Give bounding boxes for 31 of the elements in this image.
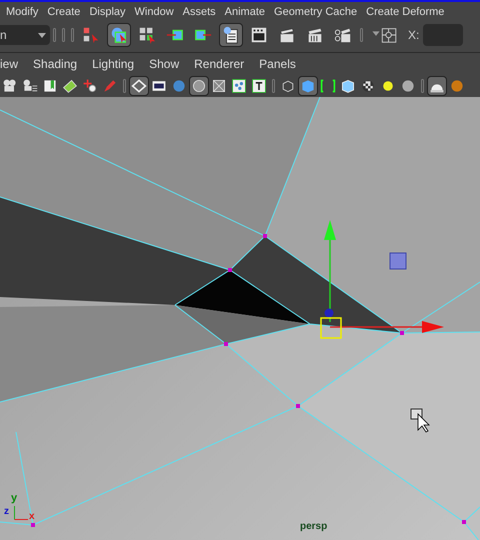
mode-dropdown[interactable]: n <box>0 25 50 45</box>
panel-menu-item[interactable]: Shading <box>33 55 78 73</box>
x-label: X: <box>408 27 420 44</box>
panel-menu-item[interactable]: iew <box>0 55 18 73</box>
panel-menu-item[interactable]: Lighting <box>92 55 134 73</box>
dots-icon[interactable] <box>229 76 249 96</box>
menu-item[interactable]: Assets <box>182 4 216 20</box>
camera-label: persp <box>300 520 328 534</box>
panel-menu-item[interactable]: Panels <box>259 55 296 73</box>
menu-item[interactable]: Create <box>47 4 80 20</box>
plane-handle-icon[interactable] <box>390 252 406 270</box>
menu-item[interactable]: Geometry Cache <box>274 4 358 20</box>
menu-item[interactable]: Display <box>89 4 126 20</box>
x-field[interactable] <box>423 24 464 46</box>
menu-item[interactable]: Modify <box>6 4 38 20</box>
dome-icon[interactable] <box>427 76 447 96</box>
viewport[interactable]: y z x persp <box>0 97 480 540</box>
panel-menu-item[interactable]: Show <box>149 55 180 73</box>
cursor-icon <box>410 408 430 433</box>
axis-label: y <box>11 493 18 504</box>
menu-item[interactable]: Create Deforme <box>366 4 444 20</box>
axis-indicator <box>14 506 28 520</box>
axis-label: x <box>29 512 35 522</box>
menu-item[interactable]: Animate <box>224 4 266 20</box>
dropdown-arrow-icon <box>38 32 46 38</box>
cube-icon[interactable] <box>298 76 318 96</box>
panel-menu-item[interactable]: Renderer <box>194 55 244 73</box>
menu-item[interactable]: Window <box>134 4 174 20</box>
axis-label: z <box>4 507 9 517</box>
text-icon[interactable] <box>249 76 269 96</box>
move-manipulator-drawing[interactable] <box>320 220 444 339</box>
